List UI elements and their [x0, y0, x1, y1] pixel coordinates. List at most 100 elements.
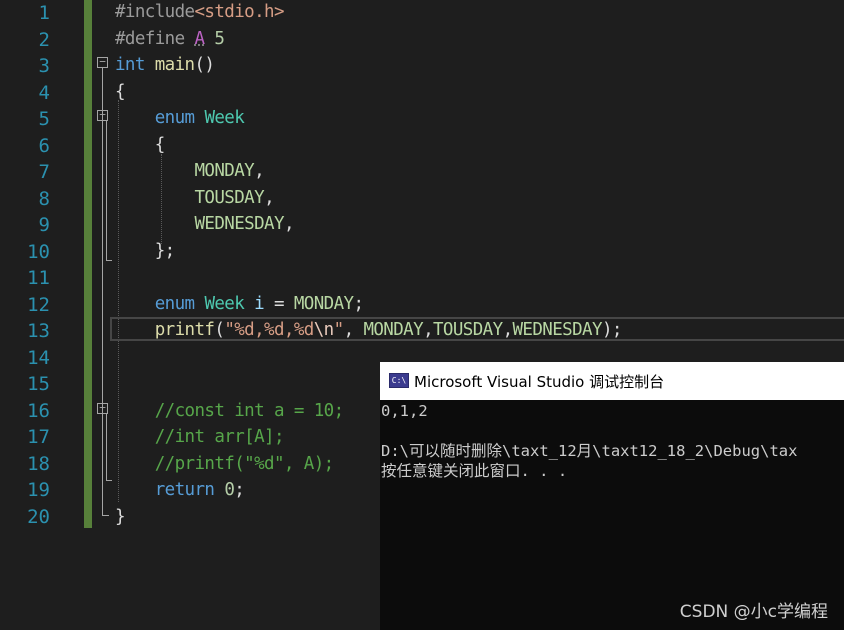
comma: , — [264, 187, 275, 208]
console-title: Microsoft Visual Studio 调试控制台 — [414, 373, 665, 391]
line-number: 2 — [38, 28, 50, 51]
close-brace: }; — [154, 240, 175, 261]
code-line-12[interactable]: enum Week i = MONDAY; — [115, 291, 365, 318]
line-number: 14 — [27, 346, 50, 369]
code-line-17[interactable]: //int arr[A]; — [115, 424, 285, 451]
line-number: 13 — [27, 320, 50, 342]
type-name: Week — [204, 293, 245, 314]
code-line-2[interactable]: #define A 5 — [115, 26, 225, 53]
fold-end-enum — [106, 260, 112, 261]
open-paren: ( — [214, 320, 225, 340]
code-line-20[interactable]: } — [115, 504, 126, 531]
argument: WEDNESDAY — [512, 320, 603, 340]
function-call: printf — [154, 320, 215, 340]
enumerator: MONDAY — [293, 293, 354, 314]
code-line-6[interactable]: { — [115, 132, 166, 159]
include-header: <stdio.h> — [194, 2, 285, 22]
enum-keyword: enum — [154, 293, 195, 314]
line-number: 17 — [27, 426, 50, 448]
line-number: 10 — [27, 240, 50, 263]
enum-keyword: enum — [154, 108, 195, 128]
comma: , — [502, 320, 514, 340]
line-number: 11 — [27, 267, 50, 289]
line-number: 3 — [38, 55, 50, 77]
line-number: 8 — [38, 187, 50, 210]
line-number: 1 — [38, 2, 50, 24]
watermark: CSDN @小c学编程 — [679, 602, 828, 622]
collapse-main-icon[interactable]: − — [97, 56, 108, 68]
collapse-comment-icon[interactable]: − — [97, 402, 108, 414]
string-close: " — [333, 320, 345, 340]
format-string: "%d,%d,%d — [224, 320, 314, 340]
code-line-7[interactable]: MONDAY, — [115, 158, 265, 185]
preprocessor-directive: #define — [115, 28, 185, 49]
comment: //printf("%d", A); — [154, 453, 334, 474]
escape-sequence: \n — [313, 320, 334, 340]
line-number: 18 — [27, 452, 50, 475]
code-line-19[interactable]: return 0; — [115, 477, 245, 504]
comment: //const int a = 10; — [154, 400, 344, 421]
line-number: 6 — [38, 134, 50, 157]
console-output[interactable]: 0,1,2 D:\可以随时删除\taxt_12月\taxt12_18_2\Deb… — [380, 400, 844, 630]
open-brace: { — [154, 134, 166, 155]
code-line-9[interactable]: WEDNESDAY, — [115, 211, 295, 238]
semicolon: ; — [353, 293, 365, 314]
change-tracking-bar — [84, 0, 92, 528]
program-output: 0,1,2 — [381, 402, 428, 420]
code-line-16[interactable]: //const int a = 10; — [115, 398, 344, 425]
close-brace: } — [115, 506, 126, 527]
line-number: 19 — [27, 479, 50, 501]
fold-line-enum — [106, 121, 107, 260]
line-number: 9 — [38, 214, 50, 236]
macro-name: A — [194, 28, 206, 49]
debug-console-window[interactable]: C:\ Microsoft Visual Studio 调试控制台 0,1,2 … — [380, 362, 844, 630]
line-number: 15 — [27, 373, 50, 395]
code-line-4[interactable]: { — [115, 79, 126, 106]
preprocessor-directive: #include — [115, 2, 195, 22]
comma: , — [423, 320, 434, 340]
enumerator: MONDAY — [194, 161, 255, 181]
close-paren: ); — [601, 320, 622, 340]
line-number: 20 — [27, 505, 50, 528]
console-app-icon: C:\ — [389, 373, 409, 388]
assign-op: = — [264, 293, 294, 314]
code-line-13[interactable]: printf("%d,%d,%d\n", MONDAY,TOUSDAY,WEDN… — [115, 317, 623, 344]
fold-end-comment — [106, 480, 112, 481]
argument: MONDAY — [363, 320, 424, 340]
return-keyword: return — [154, 480, 215, 500]
console-title-bar[interactable]: C:\ Microsoft Visual Studio 调试控制台 — [380, 362, 844, 400]
variable-name: i — [254, 293, 265, 314]
collapse-enum-icon[interactable]: − — [97, 109, 108, 121]
code-line-5[interactable]: enum Week — [115, 105, 245, 132]
enum-name: Week — [204, 108, 245, 128]
code-line-18[interactable]: //printf("%d", A); — [115, 451, 334, 478]
line-number: 4 — [38, 81, 50, 104]
fold-end-main — [102, 515, 109, 516]
code-line-10[interactable]: }; — [115, 238, 175, 265]
enumerator: TOUSDAY — [194, 187, 265, 208]
return-value: 0 — [224, 480, 235, 500]
line-number: 7 — [38, 161, 50, 183]
open-brace: { — [115, 81, 126, 102]
line-number: 5 — [38, 108, 50, 130]
comment: //int arr[A]; — [154, 427, 285, 447]
code-line-1[interactable]: #include<stdio.h> — [115, 0, 285, 26]
return-type: int — [115, 55, 145, 75]
fold-line-main — [102, 68, 103, 515]
line-number: 12 — [27, 293, 50, 316]
separator: , — [343, 320, 364, 340]
semicolon: ; — [234, 480, 245, 500]
parens: () — [194, 55, 215, 75]
exit-path-line: D:\可以随时删除\taxt_12月\taxt12_18_2\Debug\tax — [381, 442, 798, 460]
code-line-8[interactable]: TOUSDAY, — [115, 185, 275, 212]
enumerator: WEDNESDAY — [194, 214, 285, 234]
fold-line-comment — [106, 414, 107, 480]
function-name: main — [154, 55, 195, 75]
comma: , — [254, 161, 265, 181]
line-number: 16 — [27, 399, 50, 422]
argument: TOUSDAY — [433, 320, 503, 340]
macro-value: 5 — [214, 28, 225, 49]
close-prompt: 按任意键关闭此窗口. . . — [381, 462, 568, 480]
comma: , — [283, 214, 295, 234]
code-line-3[interactable]: int main() — [115, 52, 215, 79]
